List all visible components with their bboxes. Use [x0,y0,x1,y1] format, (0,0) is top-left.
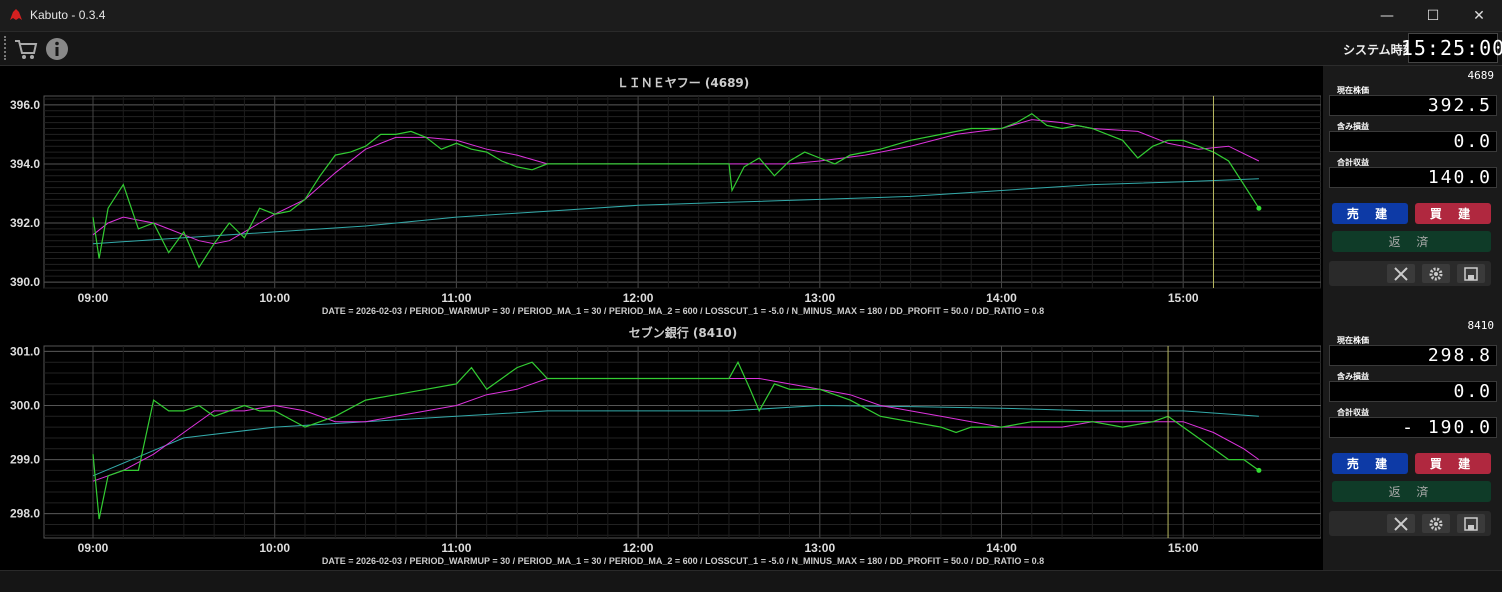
tool-bar [1329,511,1491,536]
price-display: 298.8 [1329,345,1497,366]
x-tick-label: 10:00 [259,541,290,555]
title-bar: Kabuto - 0.3.4 — ☐ ✕ [0,0,1502,32]
x-tick-label: 14:00 [986,291,1017,305]
y-tick-label: 300.0 [10,398,40,412]
tool-bar [1329,261,1491,286]
x-tick-label: 12:00 [623,541,654,555]
chart-footer: DATE = 2026-02-03 / PERIOD_WARMUP = 30 /… [322,306,1044,316]
settings-gear-icon[interactable] [1422,514,1450,533]
last-price-point [1256,205,1262,211]
tools-icon[interactable] [1387,264,1415,283]
y-tick-label: 394.0 [10,157,40,171]
x-tick-label: 15:00 [1168,291,1199,305]
ticker-code: 4689 [1467,69,1495,82]
chart-title: ＬＩＮＥヤフー (4689) [617,76,750,90]
tools-icon[interactable] [1387,514,1415,533]
y-tick-label: 299.0 [10,453,40,467]
system-time-display: 15:25:00 [1401,33,1502,63]
last-price-point [1256,467,1262,473]
x-tick-label: 13:00 [804,291,835,305]
sell-button[interactable]: 売 建 [1332,453,1408,474]
x-tick-label: 09:00 [78,291,109,305]
x-tick-label: 09:00 [78,541,109,555]
settings-gear-icon[interactable] [1422,264,1450,283]
y-tick-label: 301.0 [10,344,40,358]
total-display: - 190.0 [1329,417,1497,438]
total-display: 140.0 [1329,167,1497,188]
app-title: Kabuto - 0.3.4 [30,8,106,22]
x-tick-label: 14:00 [986,541,1017,555]
status-bar [0,570,1502,592]
buy-button[interactable]: 買 建 [1415,453,1491,474]
x-tick-label: 12:00 [623,291,654,305]
close-position-button[interactable]: 返 済 [1332,481,1491,502]
close-position-button[interactable]: 返 済 [1332,231,1491,252]
x-tick-label: 13:00 [804,541,835,555]
y-tick-label: 396.0 [10,98,40,112]
cart-icon[interactable] [13,36,39,62]
x-tick-label: 11:00 [441,541,471,555]
toolbar-grip [4,36,9,60]
info-icon[interactable] [44,36,70,62]
minimize-button[interactable]: — [1364,0,1410,31]
unrealized-display: 0.0 [1329,381,1497,402]
charts-svg: 390.0 392.0 394.0 396.0 09:00 10:00 11:00 12:00… [10,76,1322,566]
unrealized-display: 0.0 [1329,131,1497,152]
maximize-button[interactable]: ☐ [1410,0,1456,31]
toolbar: システム時刻 15:25:00 [0,32,1502,66]
x-tick-label: 10:00 [259,291,290,305]
y-tick-label: 298.0 [10,507,40,521]
y-tick-label: 392.0 [10,216,40,230]
x-tick-label: 11:00 [441,291,471,305]
trade-panel-8410: 8410 現在株価 298.8 含み損益 0.0 合計収益 - 190.0 売 … [1323,316,1502,566]
close-button[interactable]: ✕ [1456,0,1502,31]
chart-title: セブン銀行 (8410) [629,325,738,340]
price-display: 392.5 [1329,95,1497,116]
ticker-code: 8410 [1467,319,1495,332]
charts-area: 390.0 392.0 394.0 396.0 09:00 10:00 11:00 12:00… [3,66,1322,570]
trade-panel-4689: 4689 現在株価 392.5 含み損益 0.0 合計収益 140.0 売 建 … [1323,66,1502,316]
kabuto-logo-icon [10,9,22,20]
buy-button[interactable]: 買 建 [1415,203,1491,224]
save-icon[interactable] [1457,264,1485,283]
plot-frame [43,95,1322,289]
plot-frame [43,345,1322,539]
chart-footer: DATE = 2026-02-03 / PERIOD_WARMUP = 30 /… [322,556,1044,566]
sell-button[interactable]: 売 建 [1332,203,1408,224]
y-tick-label: 390.0 [10,275,40,289]
save-icon[interactable] [1457,514,1485,533]
x-tick-label: 15:00 [1168,541,1199,555]
trade-side-panel: 4689 現在株価 392.5 含み損益 0.0 合計収益 140.0 売 建 … [1323,66,1502,570]
